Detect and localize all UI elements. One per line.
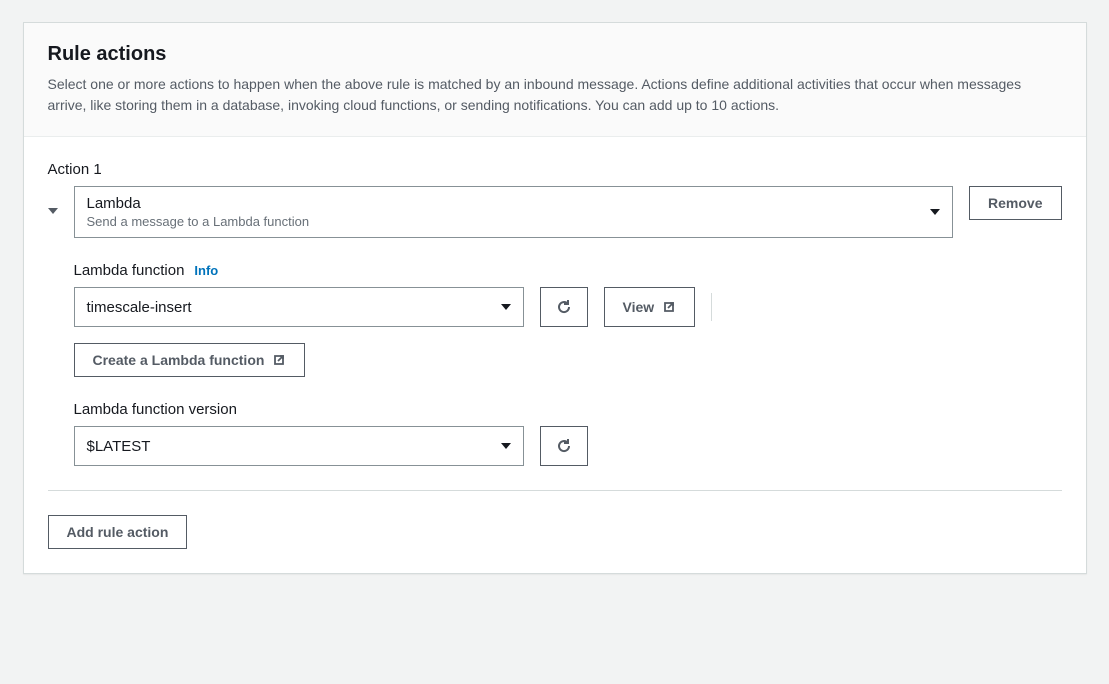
action-1-block: Action 1 Lambda Send a message to a Lamb… xyxy=(48,161,1062,491)
create-lambda-button[interactable]: Create a Lambda function xyxy=(74,343,306,377)
panel-header: Rule actions Select one or more actions … xyxy=(24,23,1086,137)
panel-title: Rule actions xyxy=(48,43,1062,66)
action-1-row: Lambda Send a message to a Lambda functi… xyxy=(48,186,1062,238)
action-type-select[interactable]: Lambda Send a message to a Lambda functi… xyxy=(74,186,954,238)
refresh-lambda-button[interactable] xyxy=(540,287,588,327)
lambda-function-select[interactable]: timescale-insert xyxy=(74,287,524,327)
info-link[interactable]: Info xyxy=(194,263,218,278)
action-1-title: Action 1 xyxy=(48,161,1062,178)
action-select-label: Lambda xyxy=(87,195,310,212)
lambda-function-value: timescale-insert xyxy=(87,299,192,316)
remove-action-button[interactable]: Remove xyxy=(969,186,1061,220)
refresh-version-button[interactable] xyxy=(540,426,588,466)
lambda-version-row: $LATEST xyxy=(74,426,1062,466)
create-lambda-label: Create a Lambda function xyxy=(93,352,265,368)
lambda-function-label: Lambda function xyxy=(74,262,185,279)
add-rule-action-button[interactable]: Add rule action xyxy=(48,515,188,549)
panel-body: Action 1 Lambda Send a message to a Lamb… xyxy=(24,137,1086,573)
vertical-divider xyxy=(711,293,712,321)
action-select-description: Send a message to a Lambda function xyxy=(87,214,310,229)
refresh-icon xyxy=(556,438,572,454)
refresh-icon xyxy=(556,299,572,315)
chevron-down-icon xyxy=(501,443,511,449)
collapse-toggle-icon[interactable] xyxy=(48,208,58,214)
chevron-down-icon xyxy=(501,304,511,310)
lambda-function-label-row: Lambda function Info xyxy=(74,262,1062,279)
lambda-version-label: Lambda function version xyxy=(74,401,237,418)
lambda-version-field: Lambda function version $LATEST xyxy=(74,401,1062,466)
remove-button-label: Remove xyxy=(988,195,1042,211)
view-button-label: View xyxy=(623,299,655,315)
panel-description: Select one or more actions to happen whe… xyxy=(48,74,1062,116)
lambda-function-field: Lambda function Info timescale-insert xyxy=(74,262,1062,377)
view-lambda-button[interactable]: View xyxy=(604,287,696,327)
chevron-down-icon xyxy=(930,209,940,215)
external-link-icon xyxy=(662,300,676,314)
add-rule-action-label: Add rule action xyxy=(67,524,169,540)
rule-actions-panel: Rule actions Select one or more actions … xyxy=(23,22,1087,574)
lambda-version-label-row: Lambda function version xyxy=(74,401,1062,418)
action-1-config: Lambda function Info timescale-insert xyxy=(74,262,1062,466)
action-select-text: Lambda Send a message to a Lambda functi… xyxy=(87,195,310,229)
lambda-version-value: $LATEST xyxy=(87,438,151,455)
lambda-version-select[interactable]: $LATEST xyxy=(74,426,524,466)
external-link-icon xyxy=(272,353,286,367)
lambda-function-row: timescale-insert View xyxy=(74,287,1062,327)
